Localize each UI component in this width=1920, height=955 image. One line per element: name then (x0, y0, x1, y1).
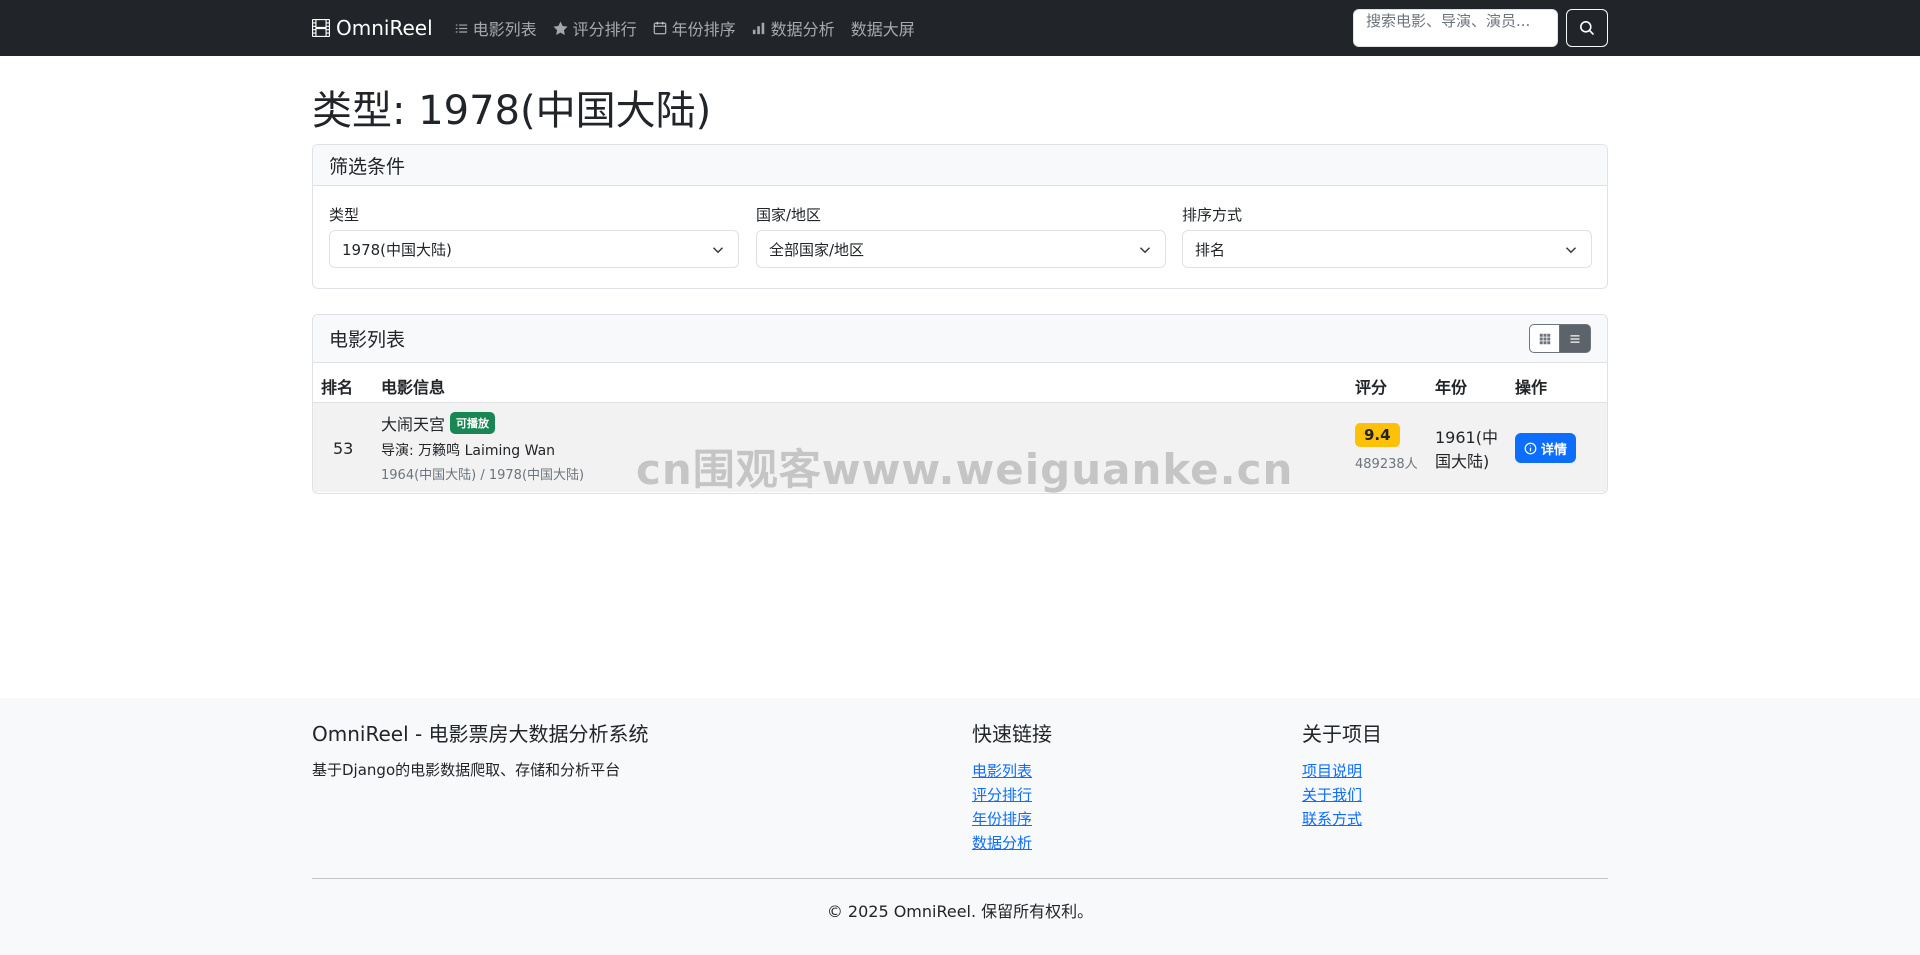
star-icon (553, 20, 568, 35)
footer-link-contact[interactable]: 联系方式 (1302, 807, 1382, 831)
nav-year-sort[interactable]: 年份排序 (653, 16, 736, 40)
genre-label: 类型 (329, 206, 360, 224)
nav-movie-list[interactable]: 电影列表 (455, 16, 537, 40)
calendar-icon (653, 21, 666, 35)
filter-header: 筛选条件 (313, 145, 1607, 186)
footer-title: OmniReel - 电影票房大数据分析系统 (312, 722, 649, 746)
about-title: 关于项目 (1302, 722, 1382, 746)
footer-link-data-analysis[interactable]: 数据分析 (972, 831, 1052, 855)
list-icon (1570, 334, 1580, 343)
list-header-title: 电影列表 (329, 329, 406, 351)
search-input[interactable]: 搜索电影、导演、演员... (1353, 9, 1558, 47)
rating-badge: 9.4 (1355, 423, 1400, 447)
sort-select[interactable]: 排名 (1182, 230, 1592, 268)
country-select[interactable]: 全部国家/地区 (756, 230, 1166, 268)
nav-data-analysis[interactable]: 数据分析 (752, 16, 835, 40)
search-button[interactable] (1566, 9, 1608, 47)
chevron-down-icon (712, 247, 724, 254)
view-toggle (1529, 324, 1591, 353)
watermark: cn围观客www.weiguanke.cn (636, 445, 1294, 494)
page-title: 类型: 1978(中国大陆) (312, 88, 712, 134)
footer-link-rating-rank[interactable]: 评分排行 (972, 783, 1052, 807)
col-rank: 排名 (321, 378, 354, 397)
chevron-down-icon (1565, 247, 1577, 254)
col-rating: 评分 (1355, 378, 1388, 397)
nav-rating-rank[interactable]: 评分排行 (553, 16, 637, 40)
copyright: © 2025 OmniReel. 保留所有权利。 (826, 902, 1094, 921)
nav-dashboard[interactable]: 数据大屏 (851, 16, 915, 40)
filter-card: 筛选条件 类型 1978(中国大陆) 国家/地区 全部国家/地区 排序方式 排名 (312, 144, 1608, 289)
sort-label: 排序方式 (1182, 206, 1243, 224)
navbar: OmniReel 电影列表 评分排行 年份排序 数据分析 数据大屏 搜索电影、导… (0, 0, 1920, 56)
search-icon (1580, 21, 1595, 36)
footer-link-movie-list[interactable]: 电影列表 (972, 759, 1052, 783)
country-label: 国家/地区 (756, 206, 822, 224)
footer-link-about-us[interactable]: 关于我们 (1302, 783, 1382, 807)
footer-link-project-info[interactable]: 项目说明 (1302, 759, 1382, 783)
grid-icon (1539, 333, 1550, 344)
list-icon (455, 23, 467, 33)
genres: 1964(中国大陆) / 1978(中国大陆) (381, 468, 585, 483)
brand-link[interactable]: OmniReel (312, 16, 433, 40)
info-icon (1524, 442, 1537, 454)
footer-subtitle: 基于Django的电影数据爬取、存储和分析平台 (312, 761, 621, 779)
bar-chart-icon (752, 22, 764, 35)
rank-value: 53 (333, 439, 354, 458)
col-info: 电影信息 (381, 378, 446, 397)
chevron-down-icon (1139, 247, 1151, 254)
film-icon (312, 19, 330, 37)
list-view-button[interactable] (1560, 324, 1591, 353)
grid-view-button[interactable] (1529, 324, 1560, 353)
movie-title[interactable]: 大闹天宫 (381, 411, 445, 435)
col-year: 年份 (1435, 378, 1468, 397)
vote-count: 489238人 (1355, 457, 1418, 472)
col-action: 操作 (1515, 378, 1548, 397)
genre-select[interactable]: 1978(中国大陆) (329, 230, 739, 268)
year-value: 1961(中国大陆) (1435, 428, 1498, 471)
footer-link-year-sort[interactable]: 年份排序 (972, 807, 1052, 831)
director: 导演: 万籁鸣 Laiming Wan (381, 443, 556, 459)
footer-divider (312, 878, 1608, 879)
table-header: 排名 电影信息 评分 年份 操作 (313, 363, 1607, 403)
playable-badge: 可播放 (450, 412, 496, 434)
brand-name: OmniReel (336, 16, 433, 40)
footer: OmniReel - 电影票房大数据分析系统 基于Django的电影数据爬取、存… (0, 698, 1920, 955)
quick-links-title: 快速链接 (972, 722, 1052, 746)
detail-button[interactable]: 详情 (1515, 433, 1577, 463)
